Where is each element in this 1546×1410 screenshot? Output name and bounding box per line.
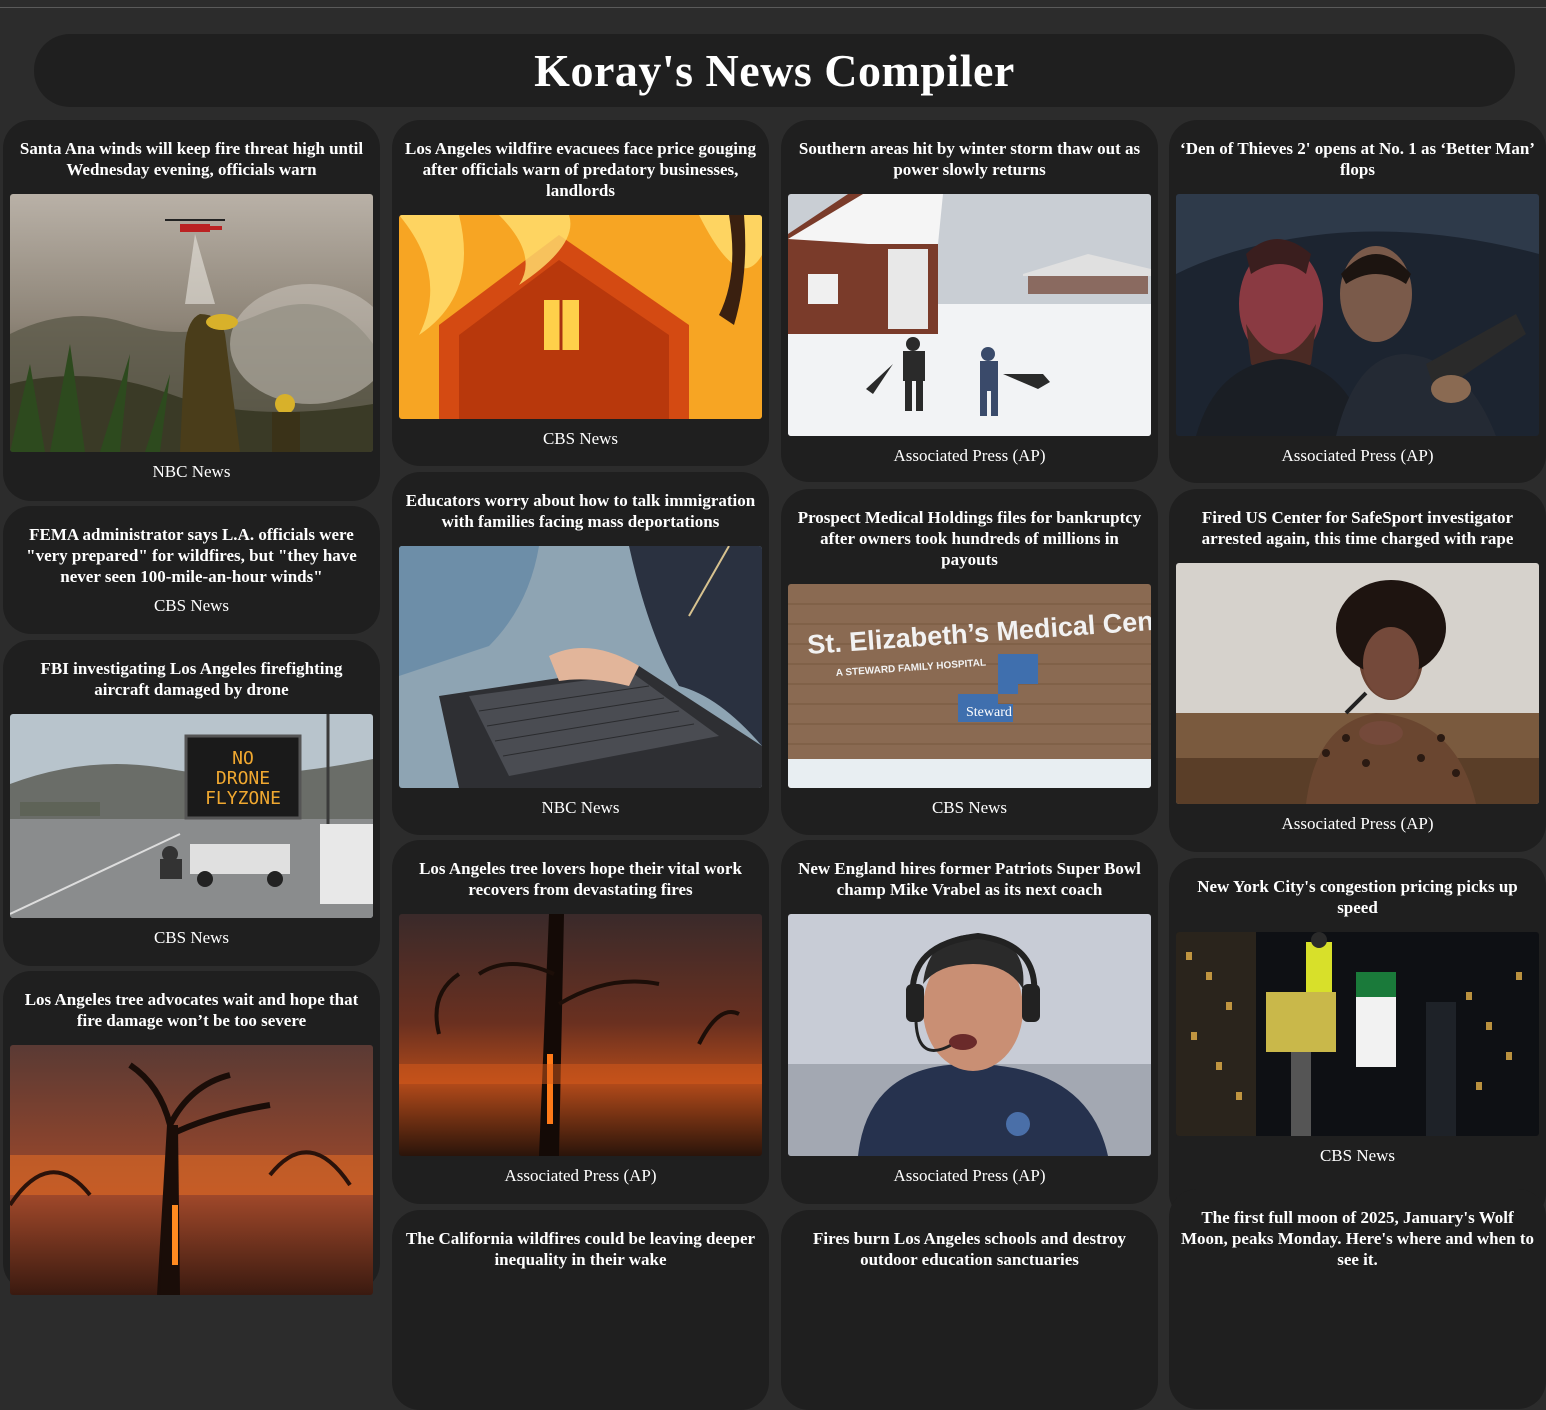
- news-card[interactable]: Fired US Center for SafeSport investigat…: [1169, 489, 1546, 852]
- news-card[interactable]: ‘Den of Thieves 2' opens at No. 1 as ‘Be…: [1169, 120, 1546, 483]
- news-card[interactable]: Educators worry about how to talk immigr…: [392, 472, 769, 835]
- news-source: Associated Press (AP): [893, 1166, 1046, 1185]
- news-card[interactable]: Southern areas hit by winter storm thaw …: [781, 120, 1158, 482]
- news-title[interactable]: New York City's congestion pricing picks…: [1176, 876, 1539, 918]
- news-source: CBS News: [931, 798, 1008, 817]
- news-title[interactable]: Southern areas hit by winter storm thaw …: [788, 138, 1151, 180]
- news-card[interactable]: Prospect Medical Holdings files for bank…: [781, 489, 1158, 835]
- hospital-sign-photo[interactable]: St. Elizabeth’s Medical Center A STEWARD…: [788, 584, 1151, 788]
- news-source: CBS News: [542, 429, 619, 448]
- news-source: Associated Press (AP): [893, 446, 1046, 465]
- coach-headset-photo[interactable]: [788, 914, 1151, 1156]
- sign-logo-text: Steward: [966, 705, 1012, 720]
- news-source: Associated Press (AP): [504, 1166, 657, 1185]
- news-title[interactable]: ‘Den of Thieves 2' opens at No. 1 as ‘Be…: [1176, 138, 1539, 180]
- news-card[interactable]: Fires burn Los Angeles schools and destr…: [781, 1210, 1158, 1410]
- news-source: Associated Press (AP): [1281, 446, 1434, 465]
- svg-text:FLYZONE: FLYZONE: [205, 788, 281, 809]
- news-card[interactable]: New York City's congestion pricing picks…: [1169, 858, 1546, 1221]
- news-title[interactable]: FEMA administrator says L.A. officials w…: [10, 524, 373, 587]
- news-card[interactable]: The first full moon of 2025, January's W…: [1169, 1189, 1546, 1409]
- news-title[interactable]: The first full moon of 2025, January's W…: [1176, 1207, 1539, 1270]
- news-card[interactable]: Los Angeles tree lovers hope their vital…: [392, 840, 769, 1204]
- news-title[interactable]: New England hires former Patriots Super …: [788, 858, 1151, 900]
- firefighter-helicopter-photo[interactable]: [10, 194, 373, 452]
- news-title[interactable]: Santa Ana winds will keep fire threat hi…: [10, 138, 373, 180]
- no-drone-sign-photo[interactable]: NO DRONE FLYZONE: [10, 714, 373, 918]
- burned-tree-photo[interactable]: [399, 914, 762, 1156]
- news-title[interactable]: Los Angeles wildfire evacuees face price…: [399, 138, 762, 201]
- burning-trees-photo[interactable]: [10, 1045, 373, 1295]
- news-card[interactable]: FEMA administrator says L.A. officials w…: [3, 506, 380, 634]
- news-title[interactable]: FBI investigating Los Angeles firefighti…: [10, 658, 373, 700]
- news-title[interactable]: Prospect Medical Holdings files for bank…: [788, 507, 1151, 570]
- snow-shoveling-photo[interactable]: [788, 194, 1151, 436]
- news-title[interactable]: Los Angeles tree lovers hope their vital…: [399, 858, 762, 900]
- news-title[interactable]: Los Angeles tree advocates wait and hope…: [10, 989, 373, 1031]
- news-source: NBC News: [541, 798, 620, 817]
- news-title[interactable]: The California wildfires could be leavin…: [399, 1228, 762, 1270]
- news-card[interactable]: Los Angeles wildfire evacuees face price…: [392, 120, 769, 466]
- movie-still-photo[interactable]: [1176, 194, 1539, 436]
- news-source: CBS News: [153, 596, 230, 615]
- news-source: CBS News: [1319, 1146, 1396, 1165]
- news-source: Associated Press (AP): [1281, 814, 1434, 833]
- news-title[interactable]: Fires burn Los Angeles schools and destr…: [788, 1228, 1151, 1270]
- burning-house-photo[interactable]: [399, 215, 762, 419]
- testimony-photo[interactable]: [1176, 563, 1539, 804]
- news-title[interactable]: Educators worry about how to talk immigr…: [399, 490, 762, 532]
- news-card[interactable]: The California wildfires could be leavin…: [392, 1210, 769, 1410]
- news-card[interactable]: New England hires former Patriots Super …: [781, 840, 1158, 1204]
- app-header: Koray's News Compiler: [34, 34, 1515, 107]
- top-divider: [0, 7, 1546, 8]
- news-source: NBC News: [152, 462, 231, 481]
- news-card[interactable]: Los Angeles tree advocates wait and hope…: [3, 971, 380, 1295]
- svg-text:DRONE: DRONE: [216, 768, 270, 789]
- news-card[interactable]: FBI investigating Los Angeles firefighti…: [3, 640, 380, 966]
- laptop-photo[interactable]: [399, 546, 762, 788]
- news-source: CBS News: [153, 928, 230, 947]
- app-title: Koray's News Compiler: [534, 45, 1015, 96]
- news-title[interactable]: Fired US Center for SafeSport investigat…: [1176, 507, 1539, 549]
- svg-text:NO: NO: [232, 748, 254, 769]
- news-card[interactable]: Santa Ana winds will keep fire threat hi…: [3, 120, 380, 501]
- congestion-sign-photo[interactable]: [1176, 932, 1539, 1136]
